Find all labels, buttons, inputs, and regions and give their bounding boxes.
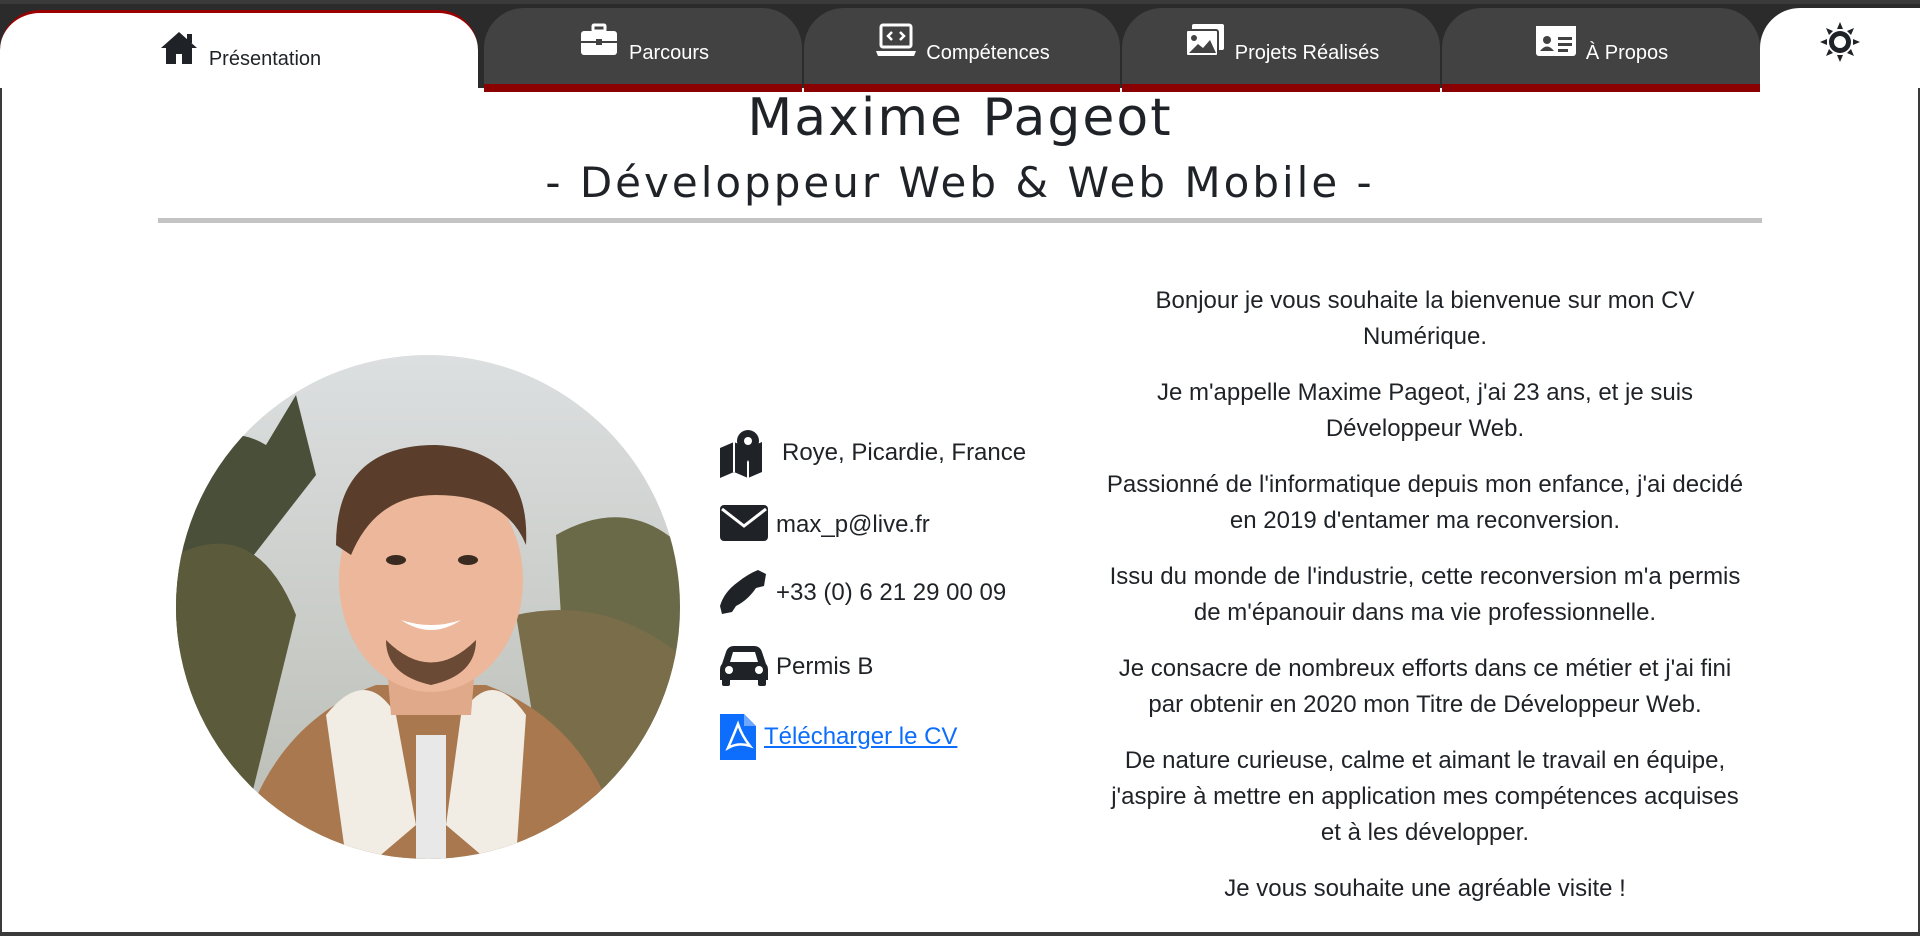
intro-text: Bonjour je vous souhaite la bienvenue su…	[1100, 283, 1750, 927]
email-text: max_p@live.fr	[776, 511, 930, 538]
laptop-code-icon	[874, 21, 918, 61]
briefcase-icon	[577, 21, 621, 61]
phone-text: +33 (0) 6 21 29 00 09	[776, 579, 1007, 606]
home-icon	[157, 28, 201, 68]
download-cv-link[interactable]: Télécharger le CV	[764, 723, 957, 751]
file-pdf-icon	[718, 712, 764, 762]
theme-toggle-button[interactable]	[1760, 8, 1920, 92]
contact-download: Télécharger le CV	[718, 712, 957, 762]
tab-competences[interactable]: Compétences	[804, 8, 1120, 92]
tab-label: À Propos	[1585, 41, 1669, 64]
contact-email: max_p@live.fr	[718, 500, 930, 550]
id-card-icon	[1534, 21, 1578, 61]
tab-projets[interactable]: Projets Réalisés	[1122, 8, 1440, 92]
page-title: Maxime Pageot	[747, 88, 1173, 148]
map-marker-icon	[718, 428, 776, 478]
tab-bar: Présentation Parcours Compétences Projet…	[0, 0, 1920, 92]
tab-label: Projets Réalisés	[1234, 41, 1380, 64]
contact-license: Permis B	[718, 642, 873, 692]
contact-location: Roye, Picardie, France	[718, 428, 1026, 478]
car-icon	[718, 642, 776, 692]
tab-label: Présentation	[208, 48, 322, 70]
tab-label: Parcours	[628, 41, 710, 64]
intro-paragraph: Issu du monde de l'industrie, cette reco…	[1109, 563, 1741, 626]
location-text: Roye, Picardie, France	[782, 439, 1027, 466]
page-subtitle: - Développeur Web & Web Mobile -	[545, 158, 1375, 207]
intro-paragraph: De nature curieuse, calme et aimant le t…	[1111, 747, 1739, 846]
tab-presentation[interactable]: Présentation	[0, 10, 478, 92]
divider	[158, 218, 1762, 223]
intro-paragraph: Bonjour je vous souhaite la bienvenue su…	[1155, 287, 1695, 350]
intro-paragraph: Je m'appelle Maxime Pageot, j'ai 23 ans,…	[1156, 379, 1694, 442]
envelope-icon	[718, 500, 776, 550]
tab-a-propos[interactable]: À Propos	[1442, 8, 1760, 92]
frame-border	[0, 932, 1920, 936]
intro-paragraph: Passionné de l'informatique depuis mon e…	[1106, 471, 1744, 534]
phone-icon	[718, 568, 776, 618]
sun-icon	[1818, 8, 1862, 69]
intro-paragraph: Je consacre de nombreux efforts dans ce …	[1118, 655, 1732, 718]
tab-parcours[interactable]: Parcours	[484, 8, 802, 92]
images-icon	[1183, 21, 1227, 61]
license-text: Permis B	[776, 653, 874, 680]
intro-paragraph: Je vous souhaite une agréable visite !	[1224, 875, 1626, 902]
contact-phone: +33 (0) 6 21 29 00 09	[718, 568, 1006, 618]
tab-label: Compétences	[926, 41, 1050, 64]
frame-border	[0, 88, 2, 936]
profile-photo	[176, 355, 680, 859]
